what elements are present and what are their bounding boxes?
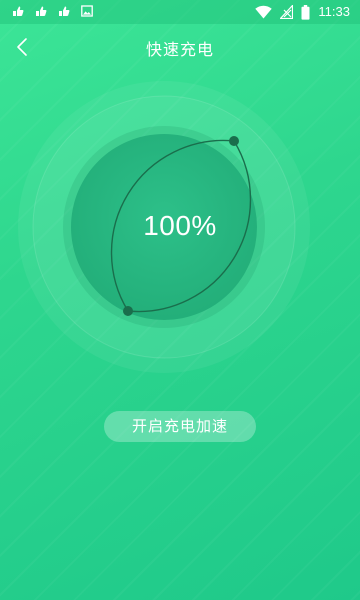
system-tray: 11:33 xyxy=(255,4,350,20)
app-notification-icon xyxy=(59,6,70,16)
status-bar: 11:33 xyxy=(0,0,360,24)
charge-percentage: 100% xyxy=(143,210,217,241)
arc-end-dot-bottom xyxy=(123,306,133,316)
app-notification-icon xyxy=(36,6,47,16)
charging-screen: 11:33 快速充电 100% 开启充电加速 xyxy=(0,0,360,600)
enable-charge-boost-button[interactable]: 开启充电加速 xyxy=(104,411,256,442)
app-notification-icon xyxy=(13,6,24,16)
battery-icon xyxy=(301,4,310,20)
app-header: 快速充电 xyxy=(0,24,360,70)
wifi-icon xyxy=(255,5,273,19)
no-signal-icon xyxy=(280,5,294,19)
clock: 11:33 xyxy=(318,4,350,19)
notification-area xyxy=(12,5,93,17)
page-title: 快速充电 xyxy=(145,40,214,59)
image-notification-icon xyxy=(81,5,93,17)
arc-end-dot-top xyxy=(229,136,239,146)
